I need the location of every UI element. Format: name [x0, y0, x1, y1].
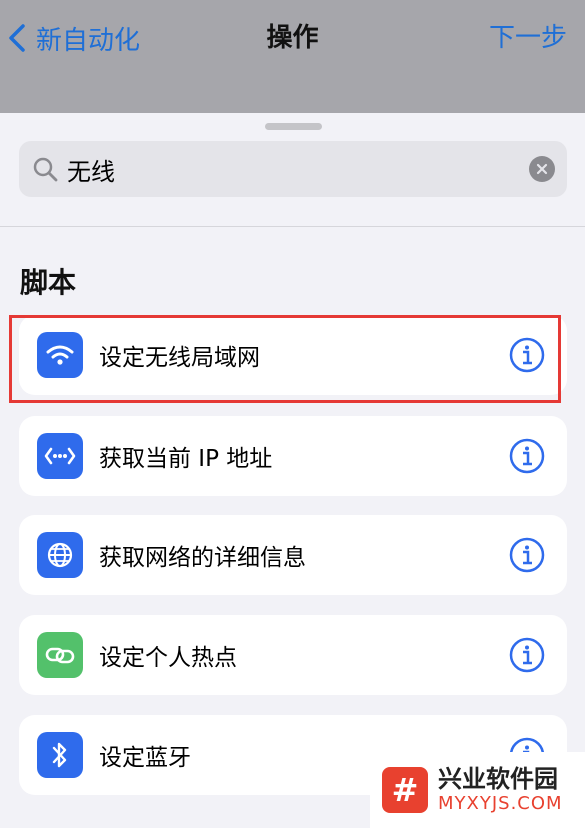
clear-search-button[interactable] [529, 156, 555, 182]
watermark-brand: 兴业软件园 [438, 765, 558, 793]
bluetooth-icon [37, 732, 83, 778]
sheet-grabber[interactable] [265, 123, 322, 130]
watermark-logo: # [382, 767, 428, 813]
next-button[interactable]: 下一步 [489, 20, 567, 56]
search-field[interactable]: 无线 [19, 141, 567, 197]
info-icon[interactable] [509, 337, 545, 373]
action-row-get-ip[interactable]: 获取当前 IP 地址 [19, 416, 567, 496]
watermark: # 兴业软件园 MYXYJS.COM [370, 752, 585, 828]
actions-sheet: 无线 脚本 设定无线局域网 获取当前 IP 地址 获取网络的详细信息 设定个人热… [0, 113, 585, 828]
watermark-text: 兴业软件园 MYXYJS.COM [438, 765, 563, 815]
navigation-bar: 新自动化 操作 下一步 [0, 0, 585, 113]
divider [0, 226, 585, 227]
action-label: 获取当前 IP 地址 [99, 446, 273, 472]
action-row-hotspot[interactable]: 设定个人热点 [19, 615, 567, 695]
watermark-domain: MYXYJS.COM [438, 793, 563, 814]
action-label: 设定无线局域网 [99, 345, 260, 371]
search-input[interactable]: 无线 [67, 152, 529, 187]
close-icon [536, 163, 548, 175]
info-icon[interactable] [509, 438, 545, 474]
search-icon [33, 157, 58, 182]
network-dots-icon [37, 433, 83, 479]
wifi-icon [37, 332, 83, 378]
action-label: 获取网络的详细信息 [99, 545, 306, 571]
info-icon[interactable] [509, 537, 545, 573]
section-title: 脚本 [20, 266, 77, 299]
action-label: 设定个人热点 [99, 645, 237, 671]
globe-icon [37, 532, 83, 578]
info-icon[interactable] [509, 637, 545, 673]
action-row-network-details[interactable]: 获取网络的详细信息 [19, 515, 567, 595]
link-icon [37, 632, 83, 678]
action-row-set-wifi[interactable]: 设定无线局域网 [19, 315, 567, 395]
